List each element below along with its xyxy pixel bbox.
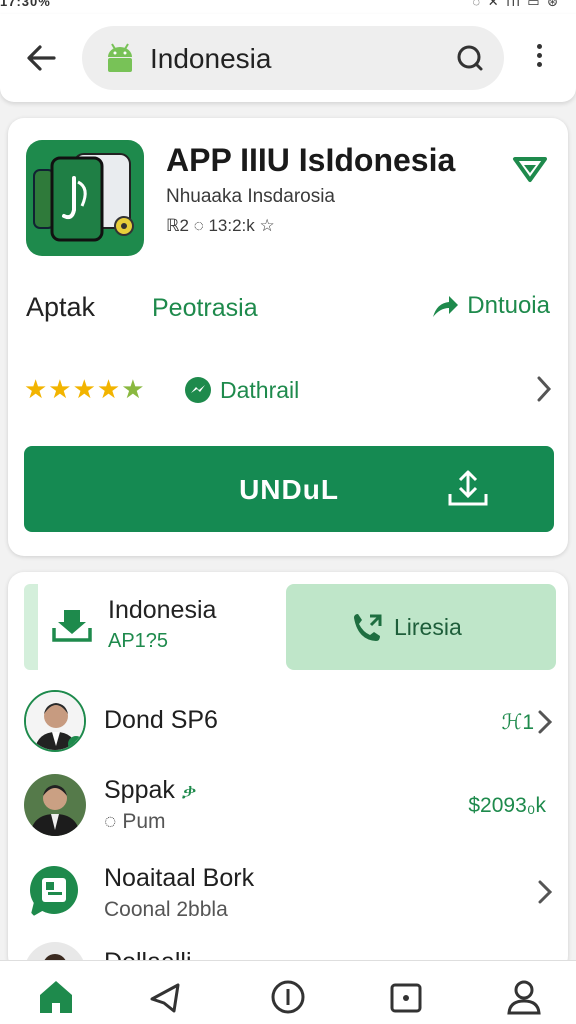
category-label: Aptak	[26, 292, 96, 322]
back-arrow-icon	[27, 45, 56, 71]
status-bar: 17:30% ◌ ✕ ıll ▭ ⊛	[0, 0, 576, 14]
messenger-icon	[185, 377, 211, 403]
rating-link[interactable]: Dathrail	[184, 376, 299, 404]
star-rating-last: ★	[121, 374, 146, 404]
top-bar: Indonesia	[0, 14, 576, 102]
download-tile-subtitle: AP1?5	[108, 630, 169, 652]
app-meta: ℝ2 ◌ 13:2:k ☆	[166, 216, 275, 235]
chevron-right-icon	[536, 878, 554, 906]
avatar	[24, 774, 86, 836]
download-tile[interactable]: Indonesia AP1?5	[24, 584, 274, 670]
list-item-subtitle: Coonal 2bbla	[104, 898, 228, 921]
app-logo	[26, 140, 144, 256]
triangle-down-icon[interactable]	[512, 154, 548, 184]
list-item-title-text: Sppak	[104, 776, 175, 804]
home-icon[interactable]	[36, 977, 76, 1017]
list-item-title-badge: ቃ	[181, 781, 197, 803]
box-icon[interactable]	[386, 977, 426, 1017]
download-tray-icon	[50, 602, 94, 646]
list-card: Indonesia AP1?5 Liresia Dond SP6 ℋ1 Sppa…	[8, 572, 568, 972]
star-rating: ★★★★★	[24, 374, 146, 405]
share-link[interactable]: Dntuoia	[431, 292, 550, 320]
status-icons: ◌ ✕ ıll ▭ ⊛	[472, 0, 560, 9]
more-vert-icon[interactable]	[524, 40, 554, 76]
search-icon[interactable]	[454, 42, 486, 74]
share-icon	[433, 296, 459, 317]
back-button[interactable]	[22, 38, 62, 78]
list-item-title: Noaitaal Bork	[104, 864, 255, 892]
list-item-subtitle: ◌ Pum	[104, 810, 166, 833]
status-time: 17:30%	[0, 0, 51, 9]
bottom-nav	[0, 960, 576, 1024]
list-item-value: $2093₀k	[468, 794, 546, 817]
phone-icon	[350, 612, 384, 644]
contact-label: Liresia	[394, 614, 462, 640]
chevron-right-icon[interactable]	[534, 374, 554, 404]
developer-name[interactable]: Nhuaaka Insdarosia	[166, 186, 335, 208]
list-item-value: ℋ1	[501, 711, 534, 734]
app-title: APP IIIU IsIdonesia	[166, 142, 456, 178]
search-query: Indonesia	[150, 43, 272, 74]
list-item-title: Sppak ቃ	[104, 776, 196, 805]
list-item-title: Dond SP6	[104, 706, 218, 734]
chat-app-icon	[24, 862, 86, 924]
rating-label: Dathrail	[220, 376, 300, 403]
share-label: Dntuoia	[467, 292, 550, 319]
star-rating-filled: ★★★★	[24, 374, 122, 404]
download-tile-title: Indonesia	[108, 596, 217, 624]
contact-button[interactable]: Liresia	[286, 584, 556, 670]
android-icon	[102, 40, 138, 76]
list-item[interactable]: Sppak ቃ ◌ Pum $2093₀k	[8, 764, 568, 848]
download-icon	[446, 468, 490, 510]
send-icon[interactable]	[146, 977, 186, 1017]
category-link[interactable]: Peotrasia	[152, 294, 258, 323]
app-info-card: APP IIIU IsIdonesia Nhuaaka Insdarosia ℝ…	[8, 118, 568, 556]
compass-icon[interactable]	[268, 977, 308, 1017]
install-button[interactable]: UNDuL	[24, 446, 554, 532]
list-item[interactable]: Noaitaal Bork Coonal 2bbla	[8, 848, 568, 932]
search-bar[interactable]: Indonesia	[82, 26, 504, 90]
profile-icon[interactable]	[504, 977, 544, 1017]
avatar	[24, 690, 86, 752]
chevron-right-icon	[536, 708, 554, 736]
list-item[interactable]: Dond SP6 ℋ1	[8, 680, 568, 764]
